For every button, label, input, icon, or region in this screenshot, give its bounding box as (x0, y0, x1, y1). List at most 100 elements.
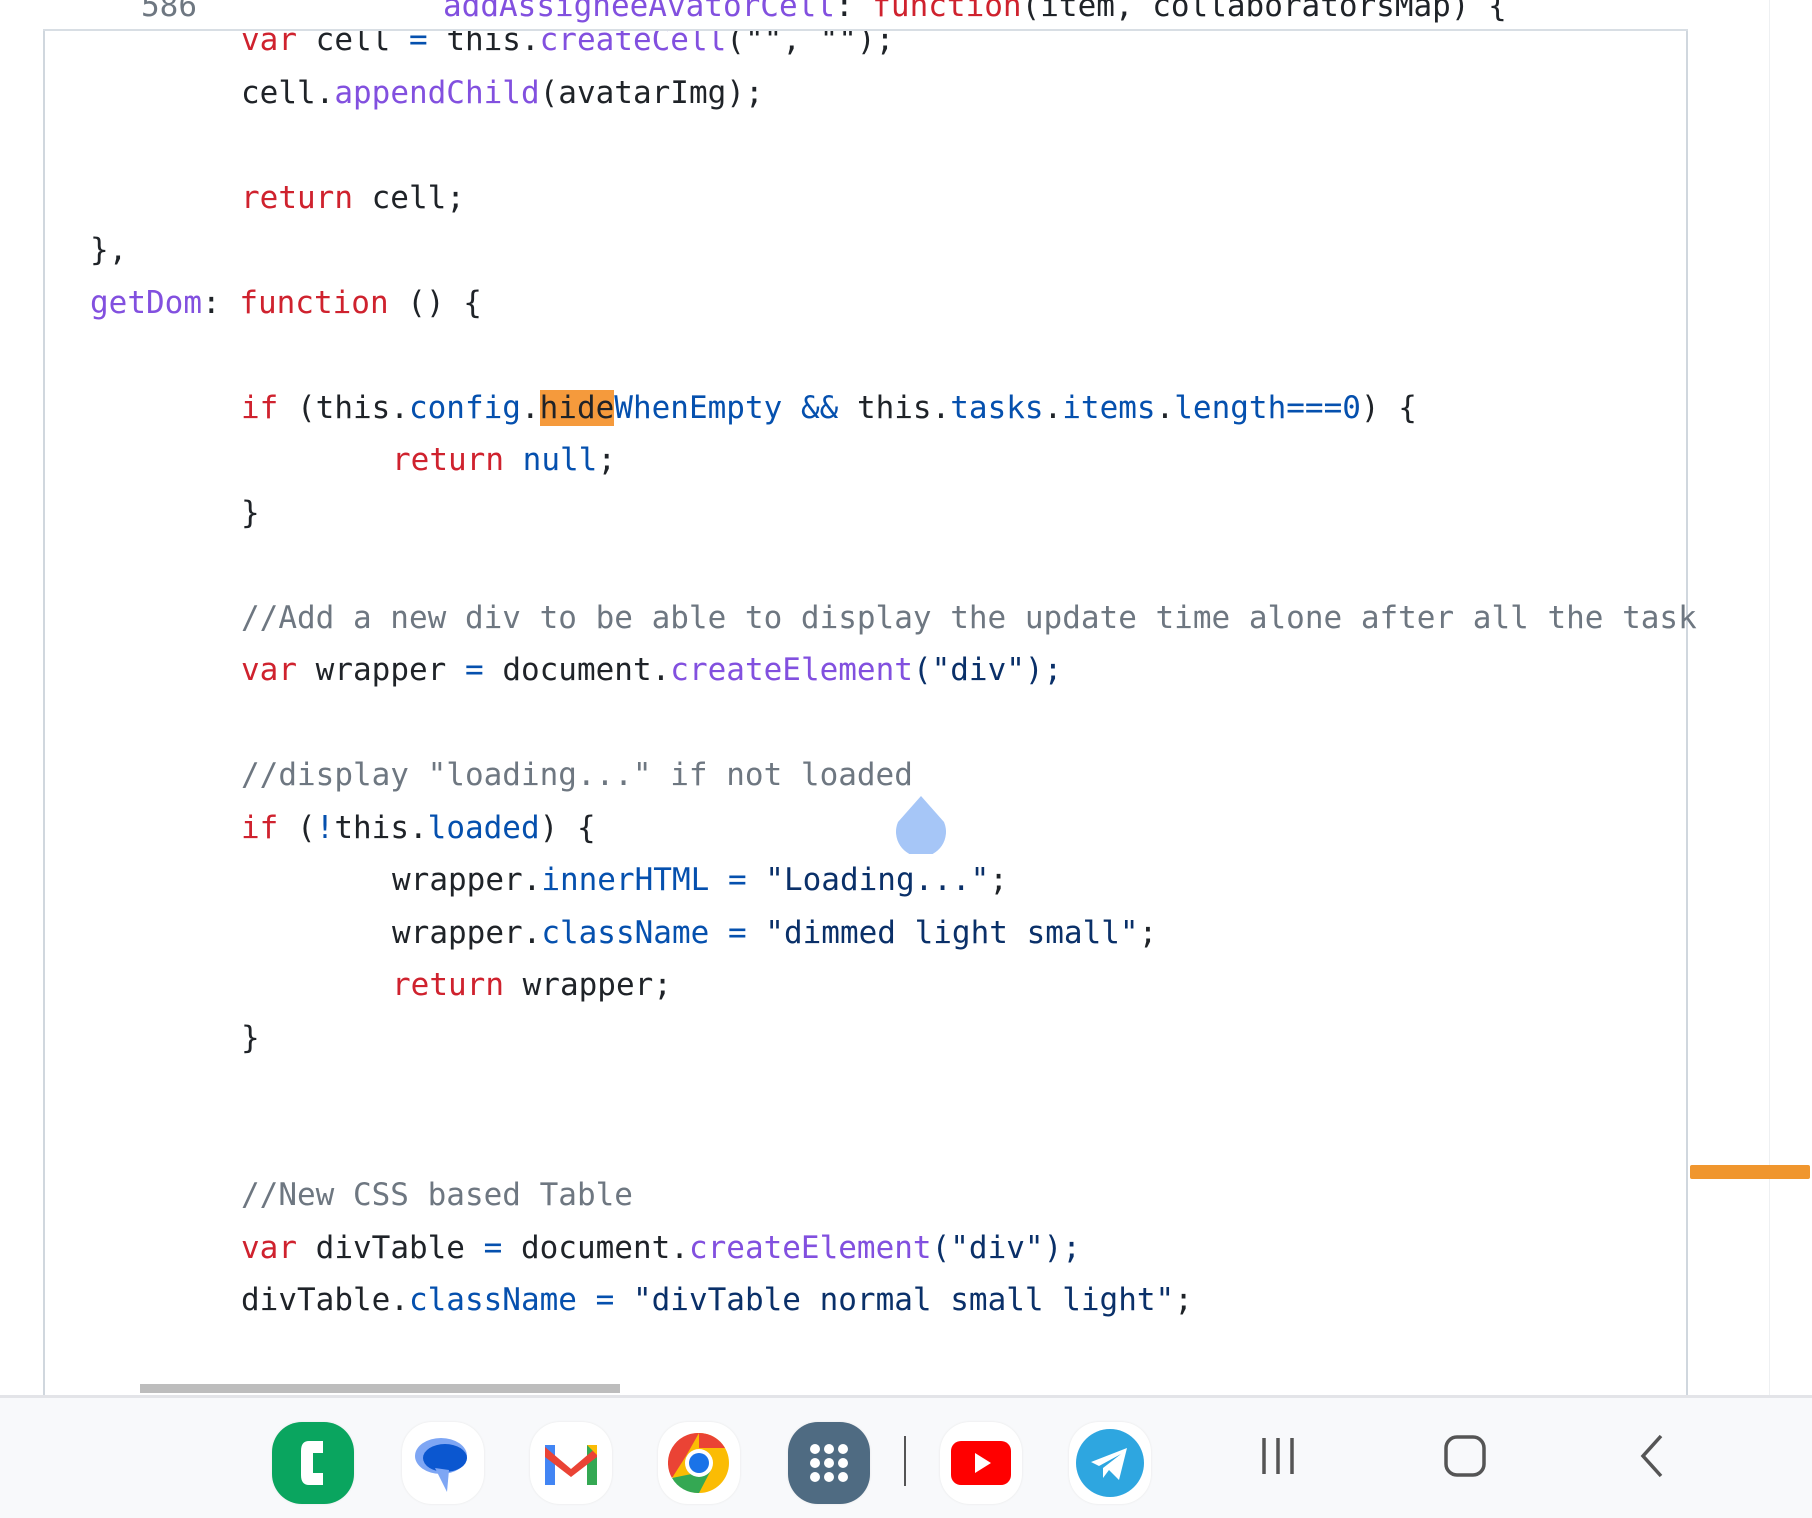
horizontal-scrollbar[interactable] (140, 1384, 620, 1393)
code-token: ("div"); (931, 1229, 1081, 1266)
messages-icon (415, 1438, 467, 1492)
code-token: ; (597, 442, 616, 478)
code-token: : (201, 284, 240, 321)
code-token: this. (856, 389, 951, 426)
code-token: className (408, 1282, 577, 1318)
code-line[interactable]: if (this.config.hideWhenEmpty && this.ta… (241, 388, 1417, 428)
code-line[interactable]: return null; (392, 440, 616, 480)
code-line[interactable]: //New CSS based Table (241, 1175, 633, 1215)
code-token: wrapper. (392, 862, 542, 898)
code-token: (this. (278, 389, 409, 426)
youtube-app[interactable] (940, 1422, 1022, 1504)
code-token: = (709, 862, 766, 898)
code-token: addAssigneeAvatorCell (443, 0, 835, 24)
code-token: ( (278, 809, 316, 846)
code-token: = (464, 652, 484, 688)
line-number: 586 (141, 0, 197, 24)
code-line[interactable]: wrapper.innerHTML = "Loading..."; (392, 860, 1008, 900)
code-token: wrapper. (392, 914, 542, 951)
app-drawer[interactable] (788, 1422, 870, 1504)
taskbar (0, 1395, 1812, 1518)
code-line[interactable]: return wrapper; (392, 965, 672, 1005)
code-token: this. (334, 809, 428, 846)
code-token: className (541, 914, 710, 951)
code-line[interactable]: wrapper.className = "dimmed light small"… (392, 913, 1157, 953)
code-token: = (576, 1282, 633, 1318)
code-token: = (483, 1229, 503, 1266)
code-token: createElement (670, 652, 913, 688)
code-token: "dimmed light small" (765, 914, 1139, 951)
code-line[interactable]: getDom: function () { (90, 283, 482, 323)
divider (1769, 0, 1770, 1395)
code-line[interactable]: //Add a new div to be able to display th… (241, 598, 1697, 638)
code-token: var (241, 652, 297, 688)
sticky-scroll-header[interactable]: 586 addAssigneeAvatorCell: function(item… (43, 0, 1688, 31)
code-token: wrapper (297, 652, 465, 688)
code-token: null (522, 442, 598, 478)
code-line[interactable]: }, (90, 230, 127, 270)
code-token: cell. (241, 74, 335, 111)
code-token: === (1286, 389, 1343, 426)
code-token: } (241, 494, 260, 531)
code-token: ; (1138, 914, 1158, 951)
code-token: innerHTML (541, 862, 710, 898)
search-highlight: hide (539, 389, 615, 426)
code-token: "divTable normal small light" (632, 1282, 1175, 1318)
code-token: ) { (539, 809, 596, 846)
chrome-icon (668, 1432, 729, 1494)
code-token: . (520, 389, 540, 426)
code-line[interactable]: } (241, 493, 260, 533)
code-token: cell; (352, 179, 465, 216)
code-token: . (1043, 389, 1063, 426)
code-line[interactable]: divTable.className = "divTable normal sm… (241, 1280, 1193, 1320)
code-token: if (241, 809, 279, 846)
code-token: tasks (950, 389, 1044, 426)
code-token: //display "loading..." if not loaded (241, 757, 913, 793)
code-token: } (241, 1019, 260, 1056)
youtube-icon (951, 1441, 1011, 1485)
code-line[interactable]: var divTable = document.createElement("d… (241, 1228, 1081, 1268)
code-token: var (241, 1229, 297, 1266)
scrollbar-track[interactable] (1688, 0, 1812, 1395)
home-button[interactable] (1435, 1426, 1495, 1486)
phone-app[interactable] (272, 1422, 354, 1504)
code-token: loaded (427, 809, 540, 846)
code-token: (item, collaboratorsMap) { (1021, 0, 1507, 24)
code-token: length (1174, 389, 1287, 426)
code-token: && (782, 389, 857, 426)
code-line[interactable]: cell.appendChild(avatarImg); (241, 73, 764, 113)
code-token: items (1062, 389, 1156, 426)
code-line[interactable]: var wrapper = document.createElement("di… (241, 650, 1062, 690)
chrome-app[interactable] (658, 1422, 740, 1504)
code-line[interactable]: //display "loading..." if not loaded (241, 755, 913, 795)
text-cursor-handle-icon[interactable] (894, 794, 948, 854)
search-match-marker[interactable] (1690, 1165, 1810, 1179)
telegram-icon (1076, 1429, 1144, 1497)
code-line[interactable]: return cell; (241, 178, 465, 218)
sticky-code-line: addAssigneeAvatorCell: function(item, co… (443, 0, 1507, 24)
phone-icon (301, 1441, 323, 1485)
code-token: wrapper; (503, 967, 672, 1003)
messages-app[interactable] (402, 1422, 484, 1504)
telegram-app[interactable] (1069, 1422, 1151, 1504)
code-line[interactable]: } (241, 1018, 260, 1058)
code-token: getDom (90, 284, 202, 321)
code-token: ("div"); (912, 652, 1063, 688)
code-token: ; (1174, 1282, 1193, 1318)
code-token: : (834, 0, 873, 24)
code-token: appendChild (334, 74, 540, 111)
code-token: document. (483, 652, 671, 688)
code-token: = (709, 914, 766, 951)
dock-divider (904, 1436, 906, 1486)
gmail-app[interactable] (530, 1422, 612, 1504)
code-token: //Add a new div to be able to display th… (241, 599, 1697, 636)
code-token: WhenEmpty (614, 389, 783, 426)
code-token: ) { (1360, 389, 1417, 426)
code-line[interactable]: if (!this.loaded) { (241, 808, 596, 848)
back-button[interactable] (1623, 1426, 1683, 1486)
recents-button[interactable] (1248, 1426, 1308, 1486)
gmail-icon (545, 1445, 597, 1485)
code-token: document. (502, 1229, 689, 1266)
code-token: return (392, 442, 504, 478)
